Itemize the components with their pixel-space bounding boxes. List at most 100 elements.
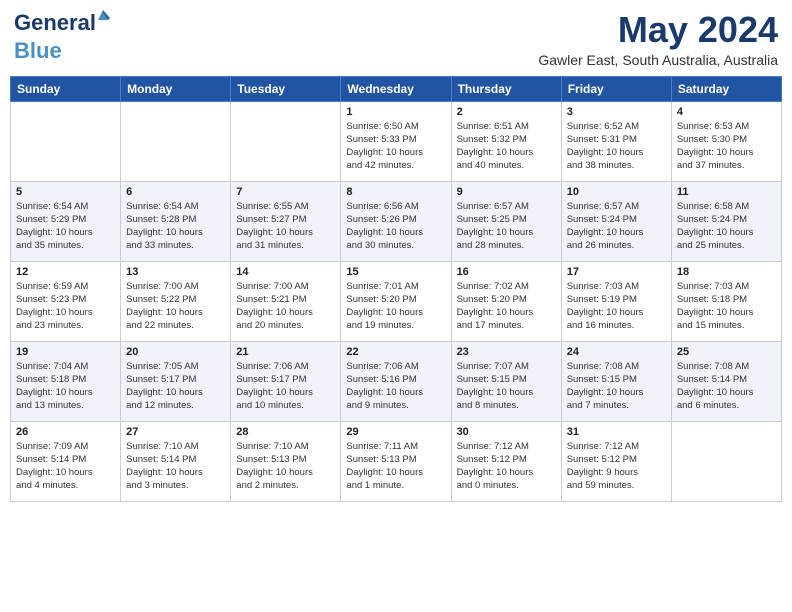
day-info: Sunrise: 6:52 AMSunset: 5:31 PMDaylight:… bbox=[567, 120, 666, 173]
day-number: 10 bbox=[567, 186, 666, 198]
calendar-week-row: 26 Sunrise: 7:09 AMSunset: 5:14 PMDayligh… bbox=[11, 421, 782, 501]
day-info: Sunrise: 6:50 AMSunset: 5:33 PMDaylight:… bbox=[346, 120, 445, 173]
day-number: 5 bbox=[16, 186, 115, 198]
location-title: Gawler East, South Australia, Australia bbox=[538, 52, 778, 68]
day-number: 16 bbox=[457, 266, 556, 278]
day-info: Sunrise: 6:53 AMSunset: 5:30 PMDaylight:… bbox=[677, 120, 776, 173]
day-info: Sunrise: 7:06 AMSunset: 5:16 PMDaylight:… bbox=[346, 360, 445, 413]
day-number: 30 bbox=[457, 426, 556, 438]
empty-cell bbox=[671, 421, 781, 501]
calendar-week-row: 1 Sunrise: 6:50 AMSunset: 5:33 PMDaylight… bbox=[11, 101, 782, 181]
day-info: Sunrise: 7:10 AMSunset: 5:13 PMDaylight:… bbox=[236, 440, 335, 493]
day-info: Sunrise: 6:59 AMSunset: 5:23 PMDaylight:… bbox=[16, 280, 115, 333]
day-info: Sunrise: 7:11 AMSunset: 5:13 PMDaylight:… bbox=[346, 440, 445, 493]
day-info: Sunrise: 6:56 AMSunset: 5:26 PMDaylight:… bbox=[346, 200, 445, 253]
empty-cell bbox=[231, 101, 341, 181]
calendar-day-7: 7 Sunrise: 6:55 AMSunset: 5:27 PMDaylight… bbox=[231, 181, 341, 261]
calendar-day-15: 15 Sunrise: 7:01 AMSunset: 5:20 PMDayligh… bbox=[341, 261, 451, 341]
empty-cell bbox=[121, 101, 231, 181]
day-number: 19 bbox=[16, 346, 115, 358]
calendar-day-27: 27 Sunrise: 7:10 AMSunset: 5:14 PMDayligh… bbox=[121, 421, 231, 501]
col-header-wednesday: Wednesday bbox=[341, 76, 451, 101]
calendar-day-30: 30 Sunrise: 7:12 AMSunset: 5:12 PMDayligh… bbox=[451, 421, 561, 501]
day-info: Sunrise: 7:01 AMSunset: 5:20 PMDaylight:… bbox=[346, 280, 445, 333]
calendar-week-row: 12 Sunrise: 6:59 AMSunset: 5:23 PMDayligh… bbox=[11, 261, 782, 341]
page-header: General Blue May 2024 Gawler East, South… bbox=[10, 10, 782, 68]
calendar-week-row: 19Sunrise: 7:04 AMSunset: 5:18 PMDayligh… bbox=[11, 341, 782, 421]
calendar-day-28: 28Sunrise: 7:10 AMSunset: 5:13 PMDayligh… bbox=[231, 421, 341, 501]
day-number: 25 bbox=[677, 346, 776, 358]
day-number: 1 bbox=[346, 106, 445, 118]
calendar-week-row: 5Sunrise: 6:54 AMSunset: 5:29 PMDaylight… bbox=[11, 181, 782, 261]
col-header-thursday: Thursday bbox=[451, 76, 561, 101]
logo-blue-text: Blue bbox=[14, 38, 62, 63]
day-info: Sunrise: 7:02 AMSunset: 5:20 PMDaylight:… bbox=[457, 280, 556, 333]
day-number: 21 bbox=[236, 346, 335, 358]
day-info: Sunrise: 7:05 AMSunset: 5:17 PMDaylight:… bbox=[126, 360, 225, 413]
calendar-day-18: 18Sunrise: 7:03 AMSunset: 5:18 PMDayligh… bbox=[671, 261, 781, 341]
day-info: Sunrise: 7:12 AMSunset: 5:12 PMDaylight:… bbox=[567, 440, 666, 493]
col-header-sunday: Sunday bbox=[11, 76, 121, 101]
calendar-day-14: 14 Sunrise: 7:00 AMSunset: 5:21 PMDayligh… bbox=[231, 261, 341, 341]
day-number: 9 bbox=[457, 186, 556, 198]
day-number: 6 bbox=[126, 186, 225, 198]
calendar-day-8: 8 Sunrise: 6:56 AMSunset: 5:26 PMDaylight… bbox=[341, 181, 451, 261]
calendar-day-11: 11Sunrise: 6:58 AMSunset: 5:24 PMDayligh… bbox=[671, 181, 781, 261]
day-info: Sunrise: 7:03 AMSunset: 5:18 PMDaylight:… bbox=[677, 280, 776, 333]
day-number: 8 bbox=[346, 186, 445, 198]
day-number: 2 bbox=[457, 106, 556, 118]
calendar-day-19: 19Sunrise: 7:04 AMSunset: 5:18 PMDayligh… bbox=[11, 341, 121, 421]
day-info: Sunrise: 6:55 AMSunset: 5:27 PMDaylight:… bbox=[236, 200, 335, 253]
day-info: Sunrise: 6:57 AMSunset: 5:25 PMDaylight:… bbox=[457, 200, 556, 253]
day-number: 14 bbox=[236, 266, 335, 278]
calendar-day-13: 13Sunrise: 7:00 AMSunset: 5:22 PMDayligh… bbox=[121, 261, 231, 341]
calendar-day-5: 5Sunrise: 6:54 AMSunset: 5:29 PMDaylight… bbox=[11, 181, 121, 261]
day-info: Sunrise: 6:54 AMSunset: 5:28 PMDaylight:… bbox=[126, 200, 225, 253]
day-info: Sunrise: 7:10 AMSunset: 5:14 PMDaylight:… bbox=[126, 440, 225, 493]
col-header-tuesday: Tuesday bbox=[231, 76, 341, 101]
day-number: 24 bbox=[567, 346, 666, 358]
day-info: Sunrise: 7:07 AMSunset: 5:15 PMDaylight:… bbox=[457, 360, 556, 413]
day-info: Sunrise: 7:06 AMSunset: 5:17 PMDaylight:… bbox=[236, 360, 335, 413]
calendar-day-16: 16 Sunrise: 7:02 AMSunset: 5:20 PMDayligh… bbox=[451, 261, 561, 341]
day-number: 23 bbox=[457, 346, 556, 358]
day-info: Sunrise: 7:00 AMSunset: 5:22 PMDaylight:… bbox=[126, 280, 225, 333]
day-info: Sunrise: 7:03 AMSunset: 5:19 PMDaylight:… bbox=[567, 280, 666, 333]
day-info: Sunrise: 7:08 AMSunset: 5:15 PMDaylight:… bbox=[567, 360, 666, 413]
day-info: Sunrise: 6:51 AMSunset: 5:32 PMDaylight:… bbox=[457, 120, 556, 173]
col-header-monday: Monday bbox=[121, 76, 231, 101]
calendar-day-20: 20 Sunrise: 7:05 AMSunset: 5:17 PMDayligh… bbox=[121, 341, 231, 421]
day-number: 7 bbox=[236, 186, 335, 198]
day-number: 15 bbox=[346, 266, 445, 278]
calendar-day-4: 4 Sunrise: 6:53 AMSunset: 5:30 PMDaylight… bbox=[671, 101, 781, 181]
day-info: Sunrise: 6:57 AMSunset: 5:24 PMDaylight:… bbox=[567, 200, 666, 253]
day-number: 12 bbox=[16, 266, 115, 278]
calendar-day-24: 24 Sunrise: 7:08 AMSunset: 5:15 PMDayligh… bbox=[561, 341, 671, 421]
calendar-day-25: 25Sunrise: 7:08 AMSunset: 5:14 PMDayligh… bbox=[671, 341, 781, 421]
calendar-day-12: 12 Sunrise: 6:59 AMSunset: 5:23 PMDayligh… bbox=[11, 261, 121, 341]
calendar-table: SundayMondayTuesdayWednesdayThursdayFrid… bbox=[10, 76, 782, 502]
calendar-day-17: 17 Sunrise: 7:03 AMSunset: 5:19 PMDayligh… bbox=[561, 261, 671, 341]
calendar-day-22: 22 Sunrise: 7:06 AMSunset: 5:16 PMDayligh… bbox=[341, 341, 451, 421]
day-number: 17 bbox=[567, 266, 666, 278]
day-info: Sunrise: 7:09 AMSunset: 5:14 PMDaylight:… bbox=[16, 440, 115, 493]
calendar-day-21: 21 Sunrise: 7:06 AMSunset: 5:17 PMDayligh… bbox=[231, 341, 341, 421]
calendar-day-10: 10 Sunrise: 6:57 AMSunset: 5:24 PMDayligh… bbox=[561, 181, 671, 261]
day-info: Sunrise: 7:12 AMSunset: 5:12 PMDaylight:… bbox=[457, 440, 556, 493]
day-number: 11 bbox=[677, 186, 776, 198]
calendar-day-6: 6 Sunrise: 6:54 AMSunset: 5:28 PMDaylight… bbox=[121, 181, 231, 261]
day-number: 22 bbox=[346, 346, 445, 358]
day-info: Sunrise: 7:00 AMSunset: 5:21 PMDaylight:… bbox=[236, 280, 335, 333]
day-number: 29 bbox=[346, 426, 445, 438]
calendar-day-29: 29 Sunrise: 7:11 AMSunset: 5:13 PMDayligh… bbox=[341, 421, 451, 501]
day-number: 27 bbox=[126, 426, 225, 438]
day-number: 20 bbox=[126, 346, 225, 358]
day-number: 4 bbox=[677, 106, 776, 118]
month-title: May 2024 bbox=[538, 10, 778, 50]
calendar-day-1: 1 Sunrise: 6:50 AMSunset: 5:33 PMDaylight… bbox=[341, 101, 451, 181]
day-number: 26 bbox=[16, 426, 115, 438]
day-number: 3 bbox=[567, 106, 666, 118]
calendar-day-3: 3 Sunrise: 6:52 AMSunset: 5:31 PMDaylight… bbox=[561, 101, 671, 181]
calendar-day-2: 2 Sunrise: 6:51 AMSunset: 5:32 PMDaylight… bbox=[451, 101, 561, 181]
day-number: 31 bbox=[567, 426, 666, 438]
